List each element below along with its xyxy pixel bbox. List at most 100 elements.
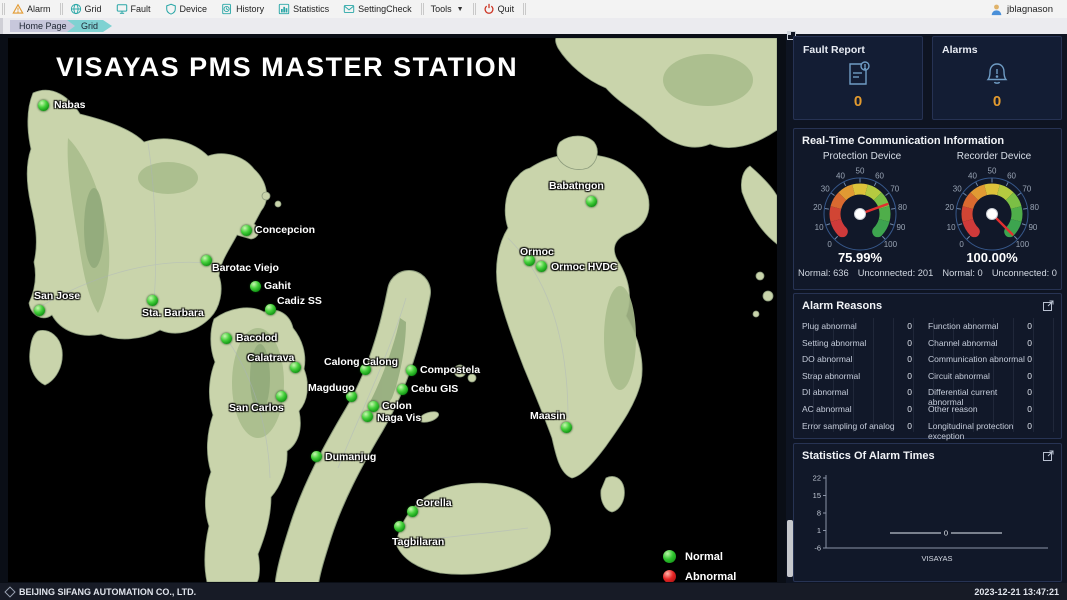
toolbar-button-settingcheck[interactable]: SettingCheck xyxy=(336,0,419,18)
gauge-title-recorder: Recorder Device xyxy=(929,151,1059,162)
toolbar-button-quit[interactable]: Quit xyxy=(476,0,522,18)
station-marker-compostela[interactable] xyxy=(406,365,417,376)
station-marker-san-jose[interactable] xyxy=(34,305,45,316)
toolbar-label: Device xyxy=(180,4,208,14)
shield-icon xyxy=(165,3,177,15)
alarm-reasons-section: Alarm Reasons Plug abnormal0Setting abno… xyxy=(793,293,1062,439)
alarm-reason-label: Longitudinal protection exception xyxy=(928,421,1032,441)
main-toolbar: Alarm Grid Fault Device History Statistics Set… xyxy=(0,0,1067,19)
alarm-reason-value: 0 xyxy=(1018,421,1032,431)
station-label: Cadiz SS xyxy=(277,295,322,307)
svg-text:10: 10 xyxy=(947,223,956,232)
toolbar-label: Statistics xyxy=(293,4,329,14)
svg-text:100: 100 xyxy=(884,240,898,249)
gauge-stat: Unconnected: 201 xyxy=(858,268,933,278)
alarm-statistics-expand-icon[interactable] xyxy=(1043,450,1054,461)
toolbar-separator xyxy=(523,3,524,15)
svg-text:90: 90 xyxy=(1028,223,1037,232)
station-marker-cadiz-ss[interactable] xyxy=(265,304,276,315)
station-label: Concepcion xyxy=(255,224,315,236)
station-label: Barotac Viejo xyxy=(212,262,279,274)
station-marker-gahit[interactable] xyxy=(250,281,261,292)
alarm-icon xyxy=(12,3,24,15)
station-label: Magdugo xyxy=(308,382,355,394)
alarm-reasons-expand-icon[interactable] xyxy=(1043,300,1054,311)
main-area: VISAYAS PMS MASTER STATION NabasSan Jose… xyxy=(0,34,1067,583)
station-marker-naga-vis[interactable] xyxy=(362,411,373,422)
svg-text:22: 22 xyxy=(813,474,821,483)
svg-text:8: 8 xyxy=(817,509,821,518)
toolbar-button-statistics[interactable]: Statistics xyxy=(271,0,336,18)
toolbar-button-history[interactable]: History xyxy=(214,0,271,18)
svg-text:15: 15 xyxy=(813,491,821,500)
alarm-reason-label: Strap abnormal xyxy=(802,371,860,381)
svg-text:50: 50 xyxy=(988,167,997,176)
svg-text:60: 60 xyxy=(1007,171,1016,180)
alarm-reason-value: 0 xyxy=(898,354,912,364)
station-marker-cebu-gis[interactable] xyxy=(397,384,408,395)
protection-device-gauge: 010203040506070809010075.99% xyxy=(797,163,923,267)
station-label: Compostela xyxy=(420,364,480,376)
toolbar-button-alarm[interactable]: Alarm xyxy=(5,0,58,18)
station-marker-tagbilaran[interactable] xyxy=(394,521,405,532)
station-marker-sta-barbara[interactable] xyxy=(147,295,158,306)
map-islands xyxy=(8,38,777,582)
fault-report-card[interactable]: Fault Report 0 xyxy=(793,36,923,120)
toolbar-button-grid[interactable]: Grid xyxy=(63,0,109,18)
station-marker-maasin[interactable] xyxy=(561,422,572,433)
station-marker-ormoc-hvdc[interactable] xyxy=(536,261,547,272)
alarm-reason-value: 0 xyxy=(898,338,912,348)
alarm-reason-label: Error sampling of analog xyxy=(802,421,895,431)
user-account[interactable]: jblagnason xyxy=(990,3,1067,16)
legend-label: Abnormal xyxy=(685,571,736,583)
gauge-stat: Normal: 0 xyxy=(942,268,982,278)
fault-report-value: 0 xyxy=(794,93,922,110)
alarm-reason-row: Strap abnormal0 xyxy=(802,371,912,386)
toolbar-button-device[interactable]: Device xyxy=(158,0,215,18)
legend-abnormal-dot xyxy=(663,570,676,582)
svg-text:10: 10 xyxy=(815,223,824,232)
island-panaon xyxy=(601,476,625,512)
rtci-title: Real-Time Communication Information xyxy=(802,135,1004,147)
gauge-stat: Unconnected: 0 xyxy=(992,268,1057,278)
alarms-card[interactable]: Alarms 0 xyxy=(932,36,1062,120)
alarm-reason-value: 0 xyxy=(1018,404,1032,414)
station-marker-concepcion[interactable] xyxy=(241,225,252,236)
station-marker-san-carlos[interactable] xyxy=(276,391,287,402)
alarm-reason-value: 0 xyxy=(898,404,912,414)
status-bar: BEIJING SIFANG AUTOMATION CO., LTD. 2023… xyxy=(0,583,1067,600)
toolbar-button-fault[interactable]: Fault xyxy=(109,0,158,18)
svg-text:20: 20 xyxy=(813,203,822,212)
legend-item-abnormal: Abnormal xyxy=(663,570,736,582)
station-marker-barotac-viejo[interactable] xyxy=(201,255,212,266)
station-marker-babatngon[interactable] xyxy=(586,196,597,207)
map-view[interactable]: VISAYAS PMS MASTER STATION NabasSan Jose… xyxy=(8,38,777,582)
legend-label: Normal xyxy=(685,551,723,563)
svg-text:50: 50 xyxy=(856,167,865,176)
station-marker-colon[interactable] xyxy=(368,401,379,412)
toolbar-button-tools[interactable]: Tools▼ xyxy=(424,0,471,18)
recorder-device-gauge: 0102030405060708090100100.00% xyxy=(929,163,1055,267)
toolbar-label: Alarm xyxy=(27,4,51,14)
station-label: Colon xyxy=(382,400,412,412)
alarm-reason-label: Channel abnormal xyxy=(928,338,997,348)
alarm-reason-row: Function abnormal0 xyxy=(928,321,1032,336)
alarm-reason-value: 0 xyxy=(1018,321,1032,331)
station-label: Ormoc HVDC xyxy=(551,261,618,273)
svg-text:70: 70 xyxy=(1022,184,1031,193)
station-marker-bacolod[interactable] xyxy=(221,333,232,344)
company-name: BEIJING SIFANG AUTOMATION CO., LTD. xyxy=(19,587,196,597)
station-marker-dumanjug[interactable] xyxy=(311,451,322,462)
station-marker-nabas[interactable] xyxy=(38,100,49,111)
legend-item-normal: Normal xyxy=(663,550,736,563)
alarm-reason-row: Circuit abnormal0 xyxy=(928,371,1032,386)
station-label: Gahit xyxy=(264,280,291,292)
application-window: Alarm Grid Fault Device History Statistics Set… xyxy=(0,0,1067,600)
toolbar-label: Grid xyxy=(85,4,102,14)
alarm-reason-row: Plug abnormal0 xyxy=(802,321,912,336)
alarm-statistics-title: Statistics Of Alarm Times xyxy=(802,450,935,462)
alarm-reason-value: 0 xyxy=(1018,371,1032,381)
station-label: San Carlos xyxy=(229,402,284,414)
alarm-reason-value: 0 xyxy=(1018,338,1032,348)
panel-scrollbar-thumb[interactable] xyxy=(787,520,793,577)
